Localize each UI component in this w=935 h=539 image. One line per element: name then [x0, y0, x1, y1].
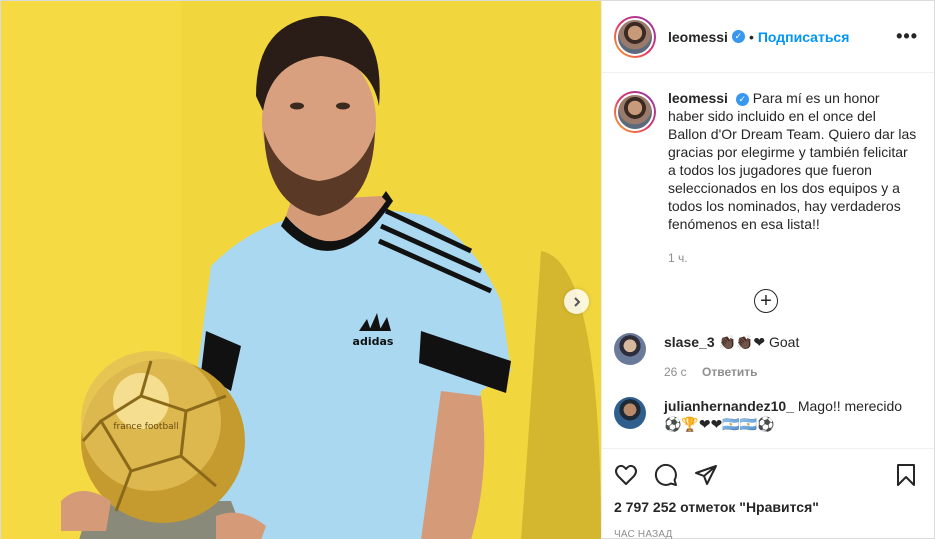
post-caption: leomessi ✓ Para mí es un honor haber sid… [614, 89, 918, 267]
more-options-icon[interactable]: ••• [896, 26, 918, 47]
load-more-comments-icon[interactable]: + [754, 289, 778, 313]
comment-username[interactable]: julianhernandez10_ [664, 398, 794, 414]
post-container: adidas france football leomessi ✓ • Подп… [0, 0, 935, 539]
svg-text:france football: france football [113, 422, 178, 432]
separator-dot: • [748, 28, 754, 45]
load-more: + [614, 289, 918, 313]
comment-meta: 26 с Ответить [664, 363, 799, 381]
comment-username[interactable]: slase_3 [664, 334, 715, 350]
caption-avatar-ring[interactable] [614, 91, 656, 133]
save-button[interactable] [886, 455, 926, 495]
comment-item: julianhernandez10_ Mago!! merecido ⚽🏆❤❤🇦… [614, 397, 918, 433]
next-slide-button[interactable] [564, 289, 589, 314]
caption-time[interactable]: 1 ч. [668, 249, 918, 267]
post-timestamp[interactable]: час назад [614, 529, 918, 539]
reply-button[interactable]: Ответить [702, 365, 757, 379]
comment-icon [654, 463, 677, 486]
comments-area[interactable]: leomessi ✓ Para mí es un honor haber sid… [602, 73, 934, 448]
commenter-avatar[interactable] [614, 397, 646, 429]
story-ring[interactable] [614, 15, 656, 58]
comment-text: 👏🏿👏🏿❤ Goat [718, 334, 800, 350]
verified-badge-icon: ✓ [731, 30, 745, 43]
post-photo: adidas france football [1, 1, 601, 539]
comment-body: slase_3 👏🏿👏🏿❤ Goat 26 с Ответить [664, 333, 799, 381]
post-media[interactable]: adidas france football [1, 1, 601, 539]
likes-count[interactable]: 2 797 252 отметок "Нравится" [614, 499, 918, 515]
caption-username[interactable]: leomessi [668, 90, 728, 106]
avatar [616, 93, 654, 131]
post-actions: 2 797 252 отметок "Нравится" час назад [602, 448, 934, 539]
heart-icon [615, 464, 637, 485]
share-icon [695, 465, 717, 485]
post-header: leomessi ✓ • Подписаться ••• [602, 1, 934, 73]
avatar [616, 17, 654, 56]
comment-body: julianhernandez10_ Mago!! merecido ⚽🏆❤❤🇦… [664, 397, 918, 433]
svg-text:adidas: adidas [353, 335, 394, 348]
like-button[interactable] [606, 455, 646, 495]
chevron-right-icon [573, 296, 580, 307]
verified-badge-icon: ✓ [735, 92, 749, 106]
caption-text: Para mí es un honor haber sido incluido … [668, 90, 917, 232]
header-username[interactable]: leomessi [668, 29, 728, 45]
post-side-panel: leomessi ✓ • Подписаться ••• leomessi ✓ … [601, 1, 934, 539]
comment-item: slase_3 👏🏿👏🏿❤ Goat 26 с Ответить [614, 333, 918, 381]
action-icons [614, 455, 918, 495]
caption-body: leomessi ✓ Para mí es un honor haber sid… [668, 89, 918, 267]
comment-button[interactable] [646, 455, 686, 495]
share-button[interactable] [686, 455, 726, 495]
commenter-avatar[interactable] [614, 333, 646, 365]
follow-button[interactable]: Подписаться [758, 29, 850, 45]
comment-age[interactable]: 26 с [664, 365, 687, 379]
bookmark-icon [897, 464, 915, 486]
